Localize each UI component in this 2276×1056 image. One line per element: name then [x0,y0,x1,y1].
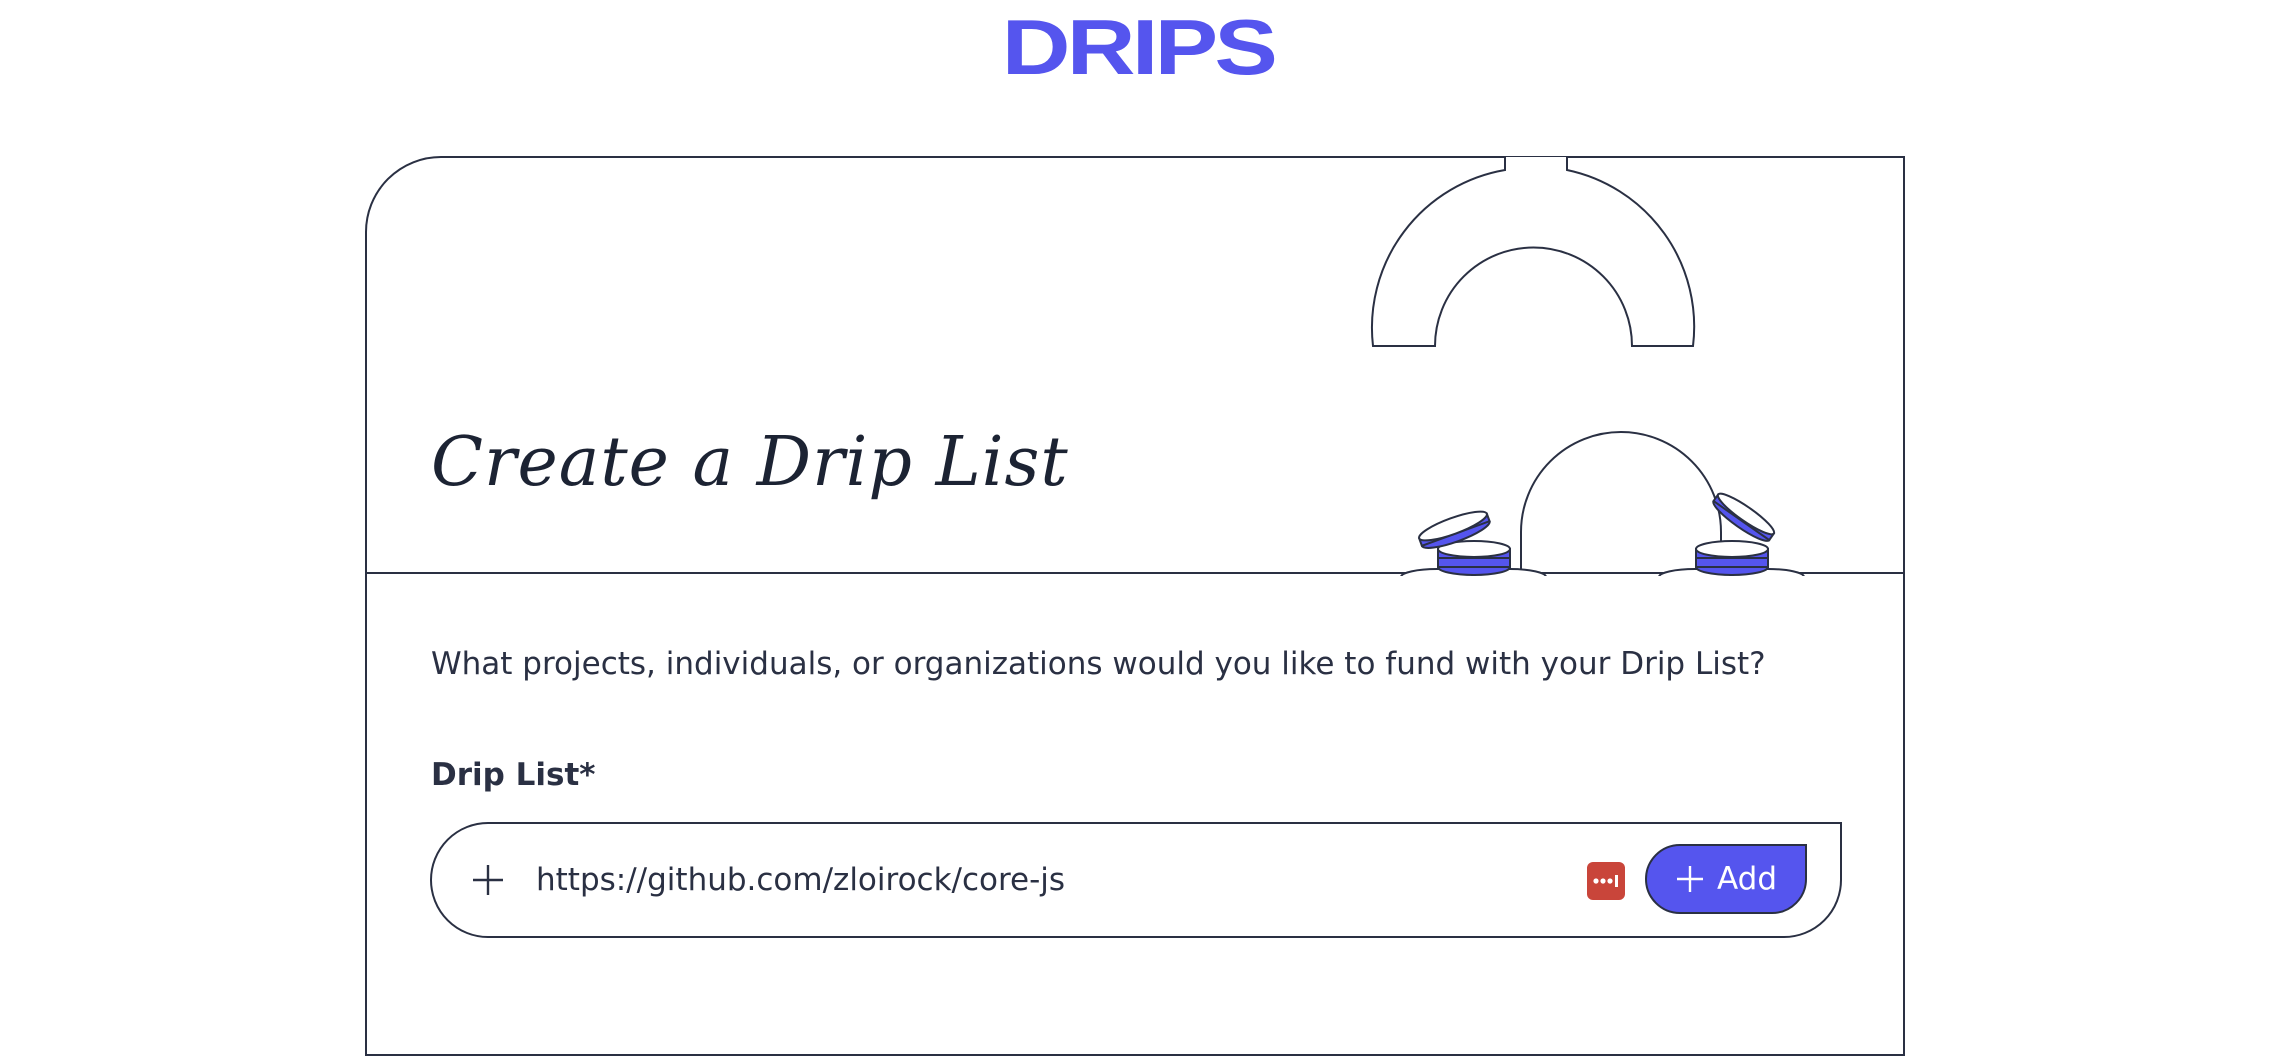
plus-icon[interactable] [470,862,506,898]
add-button-label: Add [1716,861,1778,897]
card-description: What projects, individuals, or organizat… [431,646,1766,682]
page-title: Create a Drip List [431,423,1069,502]
plus-icon [1676,866,1703,892]
balance-coins-illustration [1370,156,1805,576]
drip-list-label: Drip List* [431,757,596,793]
card-header: Create a Drip List [367,156,1903,576]
password-manager-icon[interactable] [1587,862,1625,900]
add-button[interactable]: Add [1645,844,1807,914]
create-drip-list-card: Create a Drip List What projects, indivi… [365,156,1905,1056]
drip-list-input-row: Add [430,822,1842,938]
drips-logo[interactable]: DRIPS [0,2,2276,92]
recipient-url-input[interactable] [536,854,1536,906]
